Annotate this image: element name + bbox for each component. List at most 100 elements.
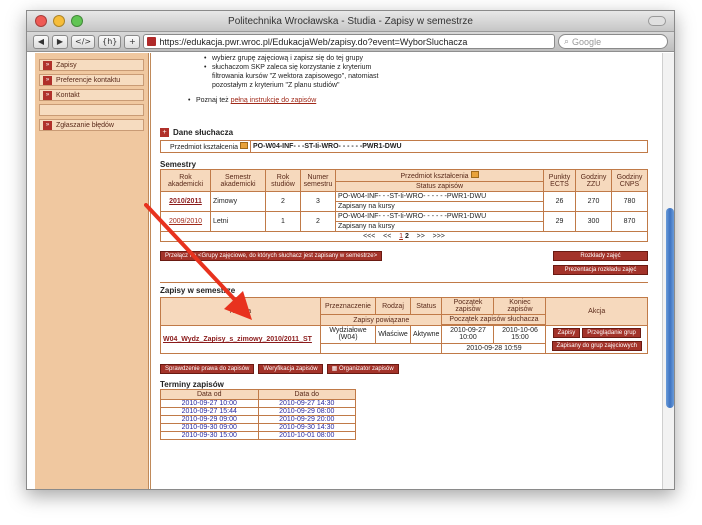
main-content: wybierz grupę zajęciową i zapisz się do … xyxy=(150,53,660,489)
table-cell: PO-W04-INF- - -ST-Ii-WRO- - - - - -PWR1-… xyxy=(335,191,544,202)
list-item: Poznaj też pełną instrukcję do zapisów xyxy=(188,96,660,105)
col-header: Koniec zapisów xyxy=(493,297,547,315)
table-cell: 2010-10-06 15:00 xyxy=(493,325,547,344)
enrollment-link[interactable]: W04_Wydz_Zapisy_s_zimowy_2010/2011_ST xyxy=(163,336,312,343)
add-bookmark-button[interactable]: + xyxy=(124,34,141,49)
table-cell: Zimowy xyxy=(210,191,266,212)
col-header: Przedmiot kształcenia xyxy=(335,169,544,182)
col-header: Status zapisów xyxy=(335,181,544,192)
plus-icon[interactable]: + xyxy=(160,128,169,137)
semester-link[interactable]: 2010/2011 xyxy=(169,198,202,205)
calendar-icon: ▦ xyxy=(331,366,338,372)
sidebar-item-label: Zgłaszanie błędów xyxy=(56,121,114,129)
table-cell: 270 xyxy=(575,191,612,212)
sidebar-item-preferencje[interactable]: » Preferencje kontaktu xyxy=(39,74,144,86)
verify-button[interactable]: Weryfikacja zapisów xyxy=(258,364,323,374)
table-cell: Letni xyxy=(210,211,266,232)
col-header: Punkty ECTS xyxy=(543,169,576,192)
organizer-button[interactable]: ▦ Organizator zapisów xyxy=(326,364,399,374)
col-header: Przeznaczenie xyxy=(320,297,376,315)
scrollbar-thumb[interactable] xyxy=(666,208,674,408)
pager-page-1[interactable]: 1 xyxy=(399,233,403,240)
minimize-button[interactable] xyxy=(53,15,65,27)
col-header: Akcja xyxy=(545,297,648,326)
table-row: 2009/2010 Letni 1 2 PO-W04-INF- - -ST-Ii… xyxy=(160,211,648,232)
col-header: Rodzaj xyxy=(375,297,411,315)
semesters-title: Semestry xyxy=(160,160,197,169)
table-row: 2010-09-30 09:00 2010-09-30 14:30 xyxy=(160,423,356,432)
subject-label: Przedmiot kształcenia xyxy=(160,140,251,153)
semester-link[interactable]: 2009/2010 xyxy=(169,218,202,225)
view-source-button[interactable]: </> xyxy=(71,34,96,49)
toolbar-toggle-button[interactable] xyxy=(648,16,666,26)
table-cell: Zapisany na kursy xyxy=(335,201,544,212)
pager-first[interactable]: <<< xyxy=(363,233,375,240)
vertical-scrollbar[interactable] xyxy=(662,53,674,489)
address-bar[interactable]: https://edukacja.pwr.wroc.pl/EdukacjaWeb… xyxy=(143,34,555,49)
pager-prev[interactable]: << xyxy=(383,233,391,240)
present-schedule-button[interactable]: Prezentacja rozkładu zajęć xyxy=(553,265,648,275)
window-title: Politechnika Wrocławska - Studia - Zapis… xyxy=(228,16,473,27)
browse-groups-button[interactable]: Przeglądanie grup xyxy=(582,328,641,338)
zoom-button[interactable] xyxy=(71,15,83,27)
table-row: 2010-09-27 10:00 2010-09-27 14:30 xyxy=(160,399,356,408)
col-header: Data do xyxy=(257,389,356,400)
sidebar-item-label: Kontakt xyxy=(56,91,80,99)
table-cell: 2 xyxy=(300,211,336,232)
search-field[interactable]: ⌕ Google xyxy=(558,34,668,49)
table-cell xyxy=(319,342,443,355)
table-cell: 2 xyxy=(265,191,301,212)
student-table: Przedmiot kształcenia PO-W04-INF- - -ST-… xyxy=(160,140,648,153)
double-chevron-icon: » xyxy=(43,60,52,70)
enrollments-table: Nazwa Przeznaczenie Rodzaj Status Począt… xyxy=(160,297,648,355)
sidebar-item-zapisy[interactable]: » Zapisy xyxy=(39,59,144,71)
page-content: » Zapisy » Preferencje kontaktu » Kontak… xyxy=(27,53,674,489)
student-section-header: + Dane słuchacza xyxy=(160,128,660,137)
table-cell: Zapisany na kursy xyxy=(335,221,544,232)
table-row: 2010/2011 Zimowy 2 3 PO-W04-INF- - -ST-I… xyxy=(160,191,648,212)
table-cell: 870 xyxy=(611,211,648,232)
info-icon[interactable] xyxy=(240,142,248,149)
switch-groups-button[interactable]: Przełącz na <Grupy zajęciowe, do których… xyxy=(160,251,383,261)
info-icon[interactable] xyxy=(470,171,479,178)
pagination: <<< << 1 2 >> >>> xyxy=(160,231,648,242)
list-item: wybierz grupę zajęciową i zapisz się do … xyxy=(204,54,660,63)
double-chevron-icon: » xyxy=(43,75,52,85)
table-cell: Wydziałowe (W04) xyxy=(320,325,376,344)
enrolled-groups-button[interactable]: Zapisany do grup zajęciowych xyxy=(551,341,642,351)
table-cell: 1 xyxy=(265,211,301,232)
check-rights-button[interactable]: Sprawdzenie prawa do zapisów xyxy=(160,364,255,374)
pager-last[interactable]: >>> xyxy=(433,233,445,240)
col-header: Początek zapisów xyxy=(441,297,495,315)
enroll-button[interactable]: Zapisy xyxy=(552,328,581,338)
sidebar-spacer xyxy=(39,104,144,116)
search-placeholder: Google xyxy=(572,36,602,47)
address-text: https://edukacja.pwr.wroc.pl/EdukacjaWeb… xyxy=(159,36,468,47)
forward-button[interactable]: ▶ xyxy=(52,34,68,49)
sidebar-item-kontakt[interactable]: » Kontakt xyxy=(39,89,144,101)
col-header: Numer semestru xyxy=(300,169,336,192)
sidebar-item-zglaszanie[interactable]: » Zgłaszanie błędów xyxy=(39,119,144,131)
table-cell: Aktywne xyxy=(409,325,443,344)
instructions-list: Poznaj też pełną instrukcję do zapisów xyxy=(188,96,660,105)
browser-window: Politechnika Wrocławska - Studia - Zapis… xyxy=(26,10,675,490)
instructions-link[interactable]: pełną instrukcję do zapisów xyxy=(231,97,317,104)
table-cell: 26 xyxy=(543,191,576,212)
section-title: Dane słuchacza xyxy=(173,128,234,137)
pager-next[interactable]: >> xyxy=(417,233,425,240)
semester-actions: Przełącz na <Grupy zajęciowe, do których… xyxy=(160,251,648,277)
table-cell: 780 xyxy=(611,191,648,212)
back-button[interactable]: ◀ xyxy=(33,34,49,49)
col-header: Godziny ZZU xyxy=(575,169,612,192)
html-button[interactable]: {h} xyxy=(98,34,122,49)
semesters-table: Rok akademicki Semestr akademicki Rok st… xyxy=(160,169,648,242)
col-header: Data od xyxy=(160,389,259,400)
double-chevron-icon: » xyxy=(43,120,52,130)
terms-table: Data od Data do 2010-09-27 10:00 2010-09-… xyxy=(160,389,356,440)
col-header: Godziny CNPS xyxy=(611,169,648,192)
pager-page-2[interactable]: 2 xyxy=(405,233,409,240)
enrollments-title: Zapisy w semestrze xyxy=(160,286,236,295)
close-button[interactable] xyxy=(35,15,47,27)
schedules-button[interactable]: Rozkłady zajęć xyxy=(553,251,648,261)
sidebar-item-label: Zapisy xyxy=(56,61,77,69)
